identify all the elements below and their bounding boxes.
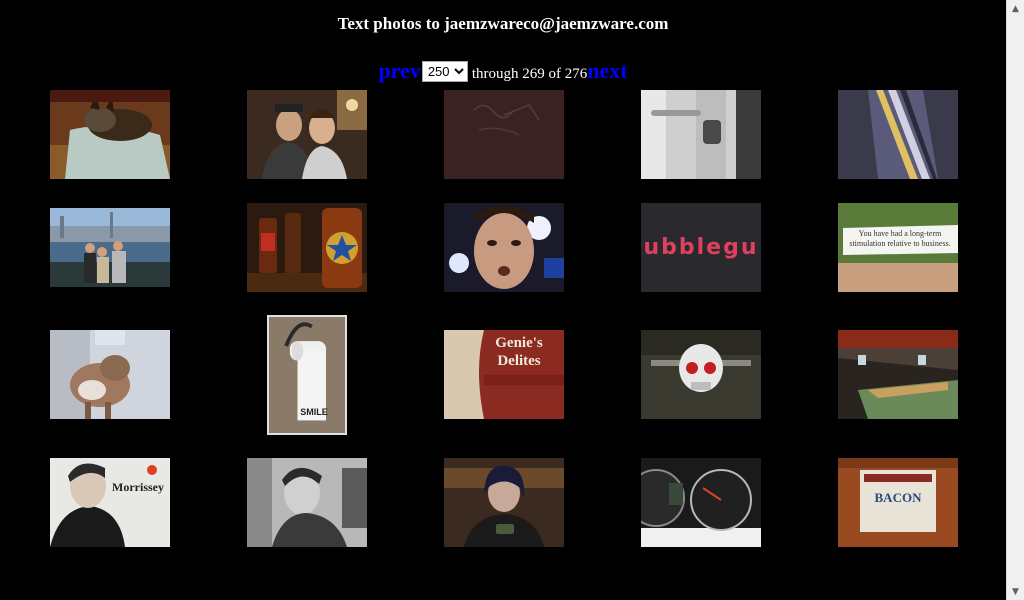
range-text: through 269 of 276 [471, 66, 588, 82]
photo-striped-tie[interactable] [838, 90, 958, 179]
photo-face-closeup[interactable] [444, 203, 564, 292]
photo-dark-wall-scribbles[interactable] [444, 90, 564, 179]
photo-porch-ceiling[interactable] [838, 330, 958, 419]
photo-dog-on-blanket[interactable] [50, 90, 170, 179]
photo-bourbon-bacon-label[interactable]: BACON [838, 458, 958, 547]
photo-toilet-paper[interactable]: SMILE [267, 315, 347, 435]
photo-speedometer[interactable] [641, 458, 761, 547]
photo-caption: ubblegu [643, 235, 759, 260]
photo-door-latch[interactable] [641, 90, 761, 179]
photo-bubblegum-sign[interactable]: ubblegu [641, 203, 761, 292]
photo-beer-bottles[interactable] [247, 203, 367, 292]
photo-gallery-page: Text photos to jaemzwareco@jaemzware.com… [0, 0, 1006, 600]
photo-skull-ornament[interactable] [641, 330, 761, 419]
photo-man-poster-bw[interactable] [247, 458, 367, 547]
photo-couple-selfie[interactable] [247, 90, 367, 179]
next-link[interactable]: next [587, 58, 627, 83]
photo-morrissey-poster[interactable]: Morrissey [50, 458, 170, 547]
page-title: Text photos to jaemzwareco@jaemzware.com [337, 14, 669, 33]
scroll-down-arrow-icon[interactable]: ▼ [1007, 583, 1024, 600]
photo-person-phone[interactable] [444, 458, 564, 547]
pagination-bar: prev 250 through 269 of 276next [0, 58, 1006, 84]
photo-fortune-cookie[interactable]: You have had a long-term stimulation rel… [838, 203, 958, 292]
photo-genies-delites[interactable]: Genie's Delites [444, 330, 564, 419]
prev-link[interactable]: prev [378, 58, 420, 83]
photo-small-dog[interactable] [50, 330, 170, 419]
vertical-scrollbar[interactable]: ▲ ▼ [1006, 0, 1024, 600]
start-index-select[interactable]: 250 [421, 61, 468, 82]
scroll-up-arrow-icon[interactable]: ▲ [1007, 0, 1024, 17]
photo-family-waterfront[interactable] [50, 208, 170, 287]
